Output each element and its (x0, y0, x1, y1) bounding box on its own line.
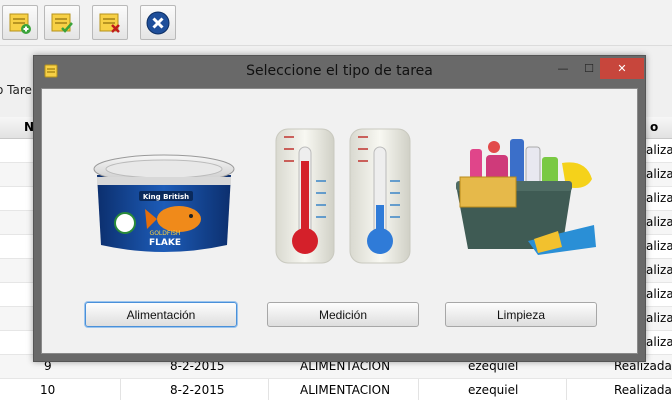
minimize-button[interactable]: — (550, 58, 576, 79)
edit-task-button[interactable] (44, 5, 80, 40)
svg-text:GOLDFISH: GOLDFISH (150, 230, 181, 237)
maximize-button[interactable]: ☐ (576, 58, 602, 79)
close-circle-icon (146, 11, 170, 34)
table-row[interactable]: 10 8-2-2015 ALIMENTACION ezequiel Realiz… (0, 379, 672, 400)
svg-text:King British: King British (143, 193, 189, 201)
toolbar (0, 0, 672, 46)
dialog-title-bar[interactable]: Seleccione el tipo de tarea — ☐ ✕ (34, 56, 645, 88)
close-button[interactable]: ✕ (600, 58, 644, 79)
exit-button[interactable] (140, 5, 176, 40)
column-header-status[interactable]: o (650, 120, 658, 134)
svg-text:FLAKE: FLAKE (149, 238, 181, 248)
list-add-icon (9, 13, 31, 34)
dialog-body: King British GOLDFISH FLAKE Alimentación… (41, 88, 638, 354)
limpieza-button[interactable]: Limpieza (445, 302, 597, 327)
add-task-button[interactable] (2, 5, 38, 40)
cleaning-supplies-image[interactable] (446, 129, 598, 259)
filter-label: o Tare (0, 83, 32, 97)
list-delete-icon (99, 13, 120, 33)
fish-food-can-image[interactable]: King British GOLDFISH FLAKE (89, 147, 239, 257)
delete-task-button[interactable] (92, 5, 128, 40)
list-edit-icon (51, 13, 73, 33)
task-type-dialog: Seleccione el tipo de tarea — ☐ ✕ King B… (33, 55, 646, 362)
alimentacion-button[interactable]: Alimentación (85, 302, 237, 327)
thermometers-image[interactable] (274, 127, 414, 267)
medicion-button[interactable]: Medición (267, 302, 419, 327)
